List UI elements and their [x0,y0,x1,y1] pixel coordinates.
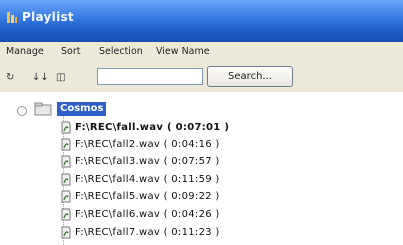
tree-item-label: F:\REC\fall2.wav ( 0:04:16 ) [75,139,220,150]
audio-file-icon [61,121,71,134]
tree-item[interactable]: F:\REC\fall7.wav ( 0:11:23 ) [59,225,220,240]
search-button[interactable]: Search... [207,66,293,87]
tree-item-label: F:\REC\fall3.wav ( 0:07:57 ) [75,156,220,167]
tree-item[interactable]: F:\REC\fall3.wav ( 0:07:57 ) [59,154,220,169]
menu-selection[interactable]: Selection [99,46,143,57]
tree-item-label: F:\REC\fall.wav ( 0:07:01 ) [75,122,230,133]
tree-item[interactable]: F:\REC\fall5.wav ( 0:09:22 ) [59,189,220,204]
sort-down-icon[interactable]: ↓↓ [32,71,49,85]
menu-manage[interactable]: Manage [6,46,44,57]
folder-icon [34,102,52,116]
menu-view-name[interactable]: View Name [156,46,210,57]
app-icon [7,12,17,23]
window-title: Playlist [22,10,74,24]
tree-item[interactable]: F:\REC\fall2.wav ( 0:04:16 ) [59,137,220,152]
tree-root-label[interactable]: Cosmos [57,102,107,116]
tree-item[interactable]: F:\REC\fall6.wav ( 0:04:26 ) [59,207,220,222]
audio-file-icon [61,138,71,151]
audio-file-icon [61,173,71,186]
tree-item-label: F:\REC\fall4.wav ( 0:11:59 ) [75,174,220,185]
tree-item-label: F:\REC\fall7.wav ( 0:11:23 ) [75,227,220,238]
tree-collapse-icon[interactable] [17,106,27,116]
audio-file-icon [61,226,71,239]
tree-item[interactable]: F:\REC\fall.wav ( 0:07:01 ) [59,120,229,135]
tree-item-label: F:\REC\fall6.wav ( 0:04:26 ) [75,209,220,220]
audio-file-icon [61,190,71,203]
panel-icon[interactable]: ◫ [56,71,65,85]
search-input[interactable] [97,68,203,85]
audio-file-icon [61,208,71,221]
menu-bar: Manage Sort Selection View Name [0,42,403,62]
audio-file-icon [61,155,71,168]
tree-item[interactable]: F:\REC\fall4.wav ( 0:11:59 ) [59,172,220,187]
title-bar[interactable]: Playlist [0,0,403,42]
tree-item-label: F:\REC\fall5.wav ( 0:09:22 ) [75,191,220,202]
menu-sort[interactable]: Sort [61,46,80,57]
refresh-icon[interactable]: ↻ [6,71,14,85]
